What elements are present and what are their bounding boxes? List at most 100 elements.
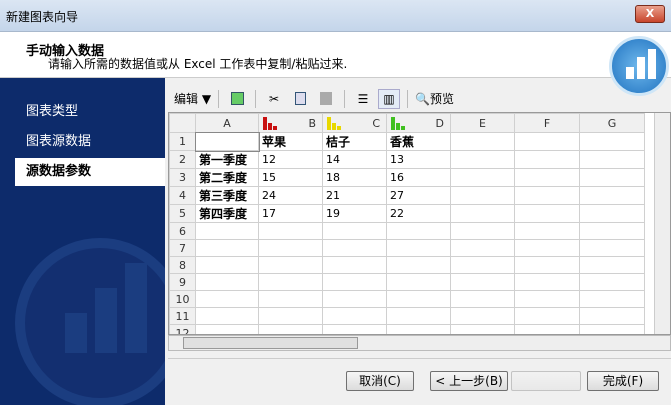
corner-cell[interactable] bbox=[169, 113, 196, 133]
grid-cell[interactable]: 24 bbox=[258, 186, 323, 205]
grid-cell[interactable] bbox=[514, 150, 580, 169]
grid-cell[interactable] bbox=[195, 290, 259, 308]
grid-cell[interactable] bbox=[195, 307, 259, 325]
grid-cell[interactable] bbox=[579, 204, 645, 223]
grid-cell[interactable] bbox=[386, 273, 451, 291]
grid-cell[interactable] bbox=[514, 132, 580, 151]
grid-cell[interactable]: 22 bbox=[386, 204, 451, 223]
sidebar-item-chart-type[interactable]: 图表类型 bbox=[15, 98, 165, 126]
grid-cell[interactable] bbox=[322, 273, 387, 291]
row-header[interactable]: 3 bbox=[169, 168, 196, 187]
grid-cell[interactable]: 第一季度 bbox=[195, 150, 259, 169]
grid-cell[interactable] bbox=[579, 307, 645, 325]
cut-icon[interactable]: ✂ bbox=[263, 89, 285, 109]
grid-cell[interactable] bbox=[514, 324, 580, 334]
column-header-G[interactable]: G bbox=[579, 113, 645, 133]
row-header[interactable]: 1 bbox=[169, 132, 196, 151]
grid-cell[interactable] bbox=[322, 222, 387, 240]
grid-cell[interactable]: 第四季度 bbox=[195, 204, 259, 223]
grid-cell[interactable] bbox=[195, 222, 259, 240]
grid-cell[interactable] bbox=[514, 290, 580, 308]
sidebar-item-source-data[interactable]: 图表源数据 bbox=[15, 128, 165, 156]
vertical-scrollbar[interactable] bbox=[654, 113, 670, 334]
row-header[interactable]: 7 bbox=[169, 239, 196, 257]
grid-cell[interactable] bbox=[386, 307, 451, 325]
grid-cell[interactable]: 12 bbox=[258, 150, 323, 169]
grid-cell[interactable] bbox=[195, 273, 259, 291]
grid-cell[interactable] bbox=[579, 290, 645, 308]
row-header[interactable]: 8 bbox=[169, 256, 196, 274]
columns-icon[interactable]: ▥ bbox=[378, 88, 401, 109]
horizontal-scrollbar[interactable] bbox=[168, 335, 671, 351]
grid-cell[interactable]: 15 bbox=[258, 168, 323, 187]
row-header[interactable]: 4 bbox=[169, 186, 196, 205]
grid-cell[interactable] bbox=[322, 324, 387, 334]
grid-cell[interactable] bbox=[258, 256, 323, 274]
rows-icon[interactable]: ☰ bbox=[352, 89, 374, 109]
grid-cell[interactable] bbox=[514, 307, 580, 325]
grid-cell[interactable] bbox=[514, 204, 580, 223]
grid-cell[interactable] bbox=[195, 239, 259, 257]
next-button[interactable] bbox=[511, 371, 581, 391]
grid-cell[interactable] bbox=[386, 290, 451, 308]
column-header-A[interactable]: A bbox=[195, 113, 259, 133]
grid-cell[interactable] bbox=[579, 150, 645, 169]
grid-cell[interactable] bbox=[386, 222, 451, 240]
column-header-E[interactable]: E bbox=[450, 113, 515, 133]
grid-cell[interactable] bbox=[579, 186, 645, 205]
preview-button[interactable]: 🔍 预览 bbox=[415, 89, 454, 109]
grid-cell[interactable] bbox=[450, 256, 515, 274]
cancel-button[interactable]: 取消(C) bbox=[346, 371, 414, 391]
copy-icon[interactable] bbox=[289, 89, 311, 109]
grid-cell[interactable]: 17 bbox=[258, 204, 323, 223]
finish-button[interactable]: 完成(F) bbox=[587, 371, 659, 391]
grid-cell[interactable] bbox=[514, 256, 580, 274]
grid-cell[interactable]: 13 bbox=[386, 150, 451, 169]
grid-cell[interactable] bbox=[258, 222, 323, 240]
grid-cell[interactable] bbox=[579, 168, 645, 187]
row-header[interactable]: 10 bbox=[169, 290, 196, 308]
grid-cell[interactable] bbox=[514, 273, 580, 291]
grid-cell[interactable] bbox=[195, 324, 259, 334]
grid-cell[interactable] bbox=[514, 239, 580, 257]
grid-cell[interactable] bbox=[579, 324, 645, 334]
paste-icon[interactable] bbox=[315, 89, 337, 109]
grid-cell[interactable] bbox=[194, 131, 260, 152]
import-icon[interactable] bbox=[226, 89, 248, 109]
grid-cell[interactable] bbox=[258, 290, 323, 308]
grid-cell[interactable] bbox=[579, 273, 645, 291]
back-button[interactable]: < 上一步(B) bbox=[430, 371, 508, 391]
grid-cell[interactable]: 18 bbox=[322, 168, 387, 187]
grid-cell[interactable] bbox=[450, 273, 515, 291]
grid-cell[interactable] bbox=[514, 186, 580, 205]
grid-cell[interactable]: 第三季度 bbox=[195, 186, 259, 205]
grid-cell[interactable] bbox=[322, 290, 387, 308]
close-button[interactable]: X bbox=[635, 5, 665, 23]
grid-cell[interactable] bbox=[450, 168, 515, 187]
grid-cell[interactable]: 27 bbox=[386, 186, 451, 205]
grid-cell[interactable] bbox=[514, 222, 580, 240]
grid-cell[interactable] bbox=[579, 222, 645, 240]
grid-cell[interactable]: 21 bbox=[322, 186, 387, 205]
grid-cell[interactable] bbox=[450, 204, 515, 223]
row-header[interactable]: 11 bbox=[169, 307, 196, 325]
grid-cell[interactable] bbox=[322, 239, 387, 257]
grid-cell[interactable] bbox=[450, 186, 515, 205]
sidebar-item-data-params[interactable]: 源数据参数 bbox=[15, 158, 165, 186]
grid-cell[interactable]: 桔子 bbox=[322, 132, 387, 151]
scroll-thumb[interactable] bbox=[183, 337, 358, 349]
data-grid[interactable]: A B C D E F G 1 苹果 桔子 香蕉 2 第一季度 12 14 13 3 第二季度 15 18 16 4 第三季… bbox=[168, 112, 671, 335]
grid-cell[interactable]: 第二季度 bbox=[195, 168, 259, 187]
grid-cell[interactable] bbox=[450, 239, 515, 257]
grid-cell[interactable]: 苹果 bbox=[258, 132, 323, 151]
grid-cell[interactable] bbox=[450, 307, 515, 325]
row-header[interactable]: 12 bbox=[169, 324, 196, 334]
grid-cell[interactable] bbox=[450, 222, 515, 240]
grid-cell[interactable] bbox=[386, 324, 451, 334]
grid-cell[interactable] bbox=[386, 239, 451, 257]
grid-cell[interactable] bbox=[450, 290, 515, 308]
grid-cell[interactable] bbox=[514, 168, 580, 187]
grid-cell[interactable] bbox=[579, 132, 645, 151]
grid-cell[interactable]: 香蕉 bbox=[386, 132, 451, 151]
column-header-B[interactable]: B bbox=[258, 113, 323, 133]
